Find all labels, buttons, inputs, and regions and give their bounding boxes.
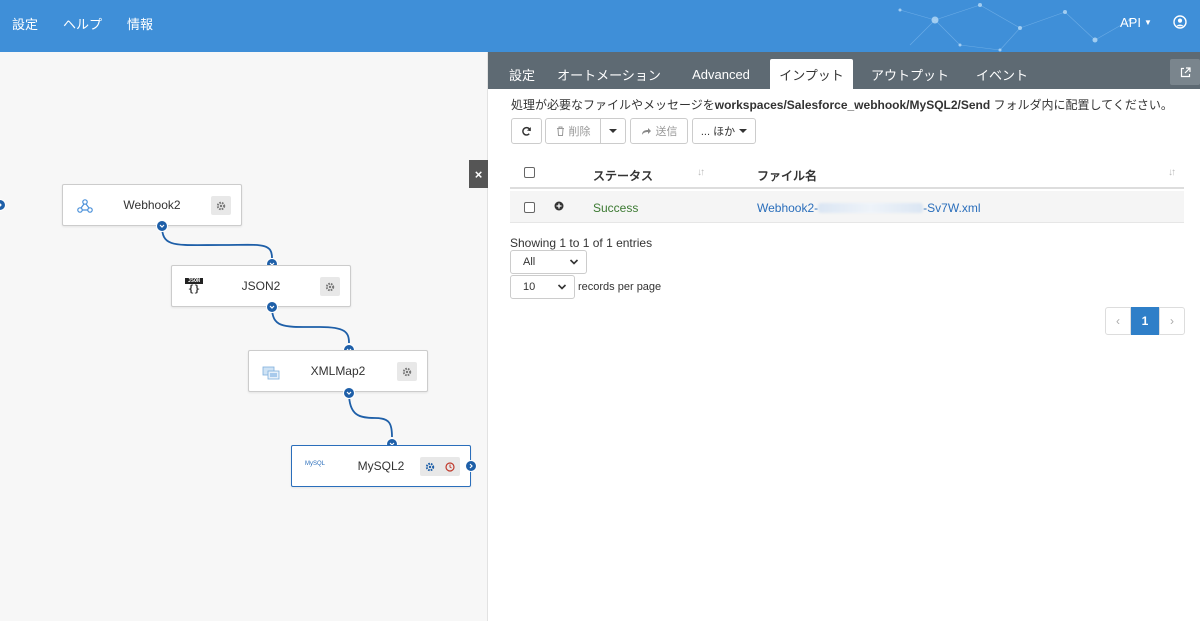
more-actions-button[interactable]: ... ほか bbox=[692, 118, 756, 144]
node-webhook2[interactable]: Webhook2 bbox=[62, 184, 242, 226]
user-circle-icon[interactable] bbox=[1173, 15, 1187, 29]
more-label: ... ほか bbox=[700, 126, 736, 138]
node-json2[interactable]: JSON {} JSON2 bbox=[171, 265, 351, 307]
next-page-button[interactable]: › bbox=[1159, 307, 1185, 335]
sort-icon[interactable]: ↓↑ bbox=[1168, 167, 1176, 178]
share-arrow-icon bbox=[641, 127, 651, 135]
tab-output[interactable]: アウトプット bbox=[864, 59, 956, 89]
filter-select[interactable]: All bbox=[510, 250, 587, 274]
node-actions bbox=[420, 457, 460, 476]
node-mysql2[interactable]: MySQL MySQL2 bbox=[291, 445, 471, 487]
entries-info: Showing 1 to 1 of 1 entries bbox=[510, 236, 653, 250]
expand-plus-icon[interactable] bbox=[554, 201, 564, 211]
refresh-button[interactable] bbox=[511, 118, 542, 144]
description-prefix: 処理が必要なファイルやメッセージを bbox=[511, 98, 715, 112]
menu-info[interactable]: 情報 bbox=[127, 14, 153, 33]
caret-down-icon bbox=[739, 129, 748, 133]
gear-icon[interactable] bbox=[425, 462, 435, 472]
tab-advanced[interactable]: Advanced bbox=[683, 59, 759, 89]
chevron-down-icon bbox=[569, 259, 579, 265]
delete-dropdown-toggle[interactable] bbox=[600, 118, 626, 144]
caret-down-icon: ▼ bbox=[1143, 18, 1152, 27]
node-xmlmap2[interactable]: XMLMap2 bbox=[248, 350, 428, 392]
filename-suffix: -Sv7W.xml bbox=[923, 201, 981, 215]
node-settings-button[interactable] bbox=[397, 362, 417, 381]
flow-canvas[interactable]: × Webhook2 JSON {} JSON2 XMLMap2 MySQL M… bbox=[0, 52, 488, 621]
connection-json-xmlmap bbox=[271, 306, 350, 344]
page-size-select[interactable]: 10 bbox=[510, 275, 575, 299]
caret-down-icon bbox=[609, 129, 617, 133]
output-port[interactable] bbox=[156, 220, 168, 232]
gear-icon bbox=[402, 367, 412, 376]
status-cell: Success bbox=[593, 201, 639, 215]
external-link-icon bbox=[1180, 66, 1191, 77]
chevron-down-icon bbox=[346, 391, 352, 395]
tab-input[interactable]: インプット bbox=[770, 59, 853, 89]
main-menu: 設定 ヘルプ 情報 bbox=[12, 0, 153, 46]
redacted-filename bbox=[818, 203, 924, 213]
delete-label: 削除 bbox=[568, 126, 591, 138]
chevron-down-icon bbox=[557, 284, 567, 290]
api-menu[interactable]: API ▼ bbox=[1120, 15, 1152, 30]
tab-settings[interactable]: 設定 bbox=[500, 59, 544, 89]
trash-icon bbox=[556, 126, 564, 136]
row-checkbox[interactable] bbox=[524, 202, 535, 213]
select-all-checkbox[interactable] bbox=[524, 167, 535, 178]
gear-icon bbox=[216, 201, 226, 210]
connection-webhook-json bbox=[161, 225, 273, 259]
node-settings-button[interactable] bbox=[320, 277, 340, 296]
folder-path: workspaces/Salesforce_webhook/MySQL2/Sen… bbox=[714, 98, 991, 112]
send-label: 送信 bbox=[655, 126, 678, 138]
filter-value: All bbox=[523, 256, 536, 268]
per-page-label: records per page bbox=[578, 281, 662, 293]
column-header-filename[interactable]: ファイル名 bbox=[757, 167, 817, 184]
tab-bar: 設定 オートメーション Advanced インプット アウトプット イベント bbox=[488, 52, 1200, 89]
chevron-down-icon bbox=[159, 224, 165, 228]
input-description: 処理が必要なファイルやメッセージをworkspaces/Salesforce_w… bbox=[511, 96, 1173, 113]
chevron-right-icon bbox=[0, 203, 2, 207]
page-1-button[interactable]: 1 bbox=[1131, 307, 1159, 335]
tab-automation[interactable]: オートメーション bbox=[554, 59, 664, 89]
flow-connections bbox=[161, 225, 393, 438]
gear-icon bbox=[325, 282, 335, 291]
chevron-down-icon bbox=[269, 305, 275, 309]
chevron-right-icon bbox=[469, 463, 473, 469]
table-row[interactable]: Success Webhook2- -Sv7W.xml bbox=[510, 191, 1184, 223]
page-size-value: 10 bbox=[523, 281, 536, 293]
menu-settings[interactable]: 設定 bbox=[12, 14, 38, 33]
top-navbar: 設定 ヘルプ 情報 API ▼ bbox=[0, 0, 1200, 52]
description-suffix: フォルダ内に配置してください。 bbox=[990, 98, 1173, 112]
connection-xmlmap-mysql bbox=[348, 392, 393, 438]
node-settings-button[interactable] bbox=[211, 196, 231, 215]
column-header-status[interactable]: ステータス bbox=[593, 167, 653, 184]
tab-events[interactable]: イベント bbox=[970, 59, 1034, 89]
clock-icon[interactable] bbox=[445, 461, 455, 472]
sort-icon[interactable]: ↓↑ bbox=[697, 167, 705, 178]
close-panel-button[interactable]: × bbox=[469, 160, 488, 188]
output-port[interactable] bbox=[465, 460, 477, 472]
table-header: ステータス ↓↑ ファイル名 ↓↑ bbox=[510, 159, 1184, 189]
delete-button[interactable]: 削除 bbox=[545, 118, 601, 144]
filename-prefix: Webhook2- bbox=[757, 201, 819, 215]
pagination: ‹ 1 › bbox=[1105, 307, 1185, 335]
network-decoration bbox=[898, 3, 1132, 52]
prev-page-button[interactable]: ‹ bbox=[1105, 307, 1131, 335]
menu-help[interactable]: ヘルプ bbox=[63, 14, 102, 33]
output-port[interactable] bbox=[343, 387, 355, 399]
close-icon: × bbox=[474, 166, 483, 182]
filename-link[interactable]: Webhook2- -Sv7W.xml bbox=[757, 201, 981, 215]
details-panel: 設定 オートメーション Advanced インプット アウトプット イベント 処… bbox=[488, 52, 1200, 621]
send-button[interactable]: 送信 bbox=[630, 118, 688, 144]
output-port[interactable] bbox=[266, 301, 278, 313]
open-external-button[interactable] bbox=[1170, 59, 1200, 85]
api-label: API bbox=[1120, 15, 1141, 30]
refresh-icon bbox=[522, 126, 531, 136]
